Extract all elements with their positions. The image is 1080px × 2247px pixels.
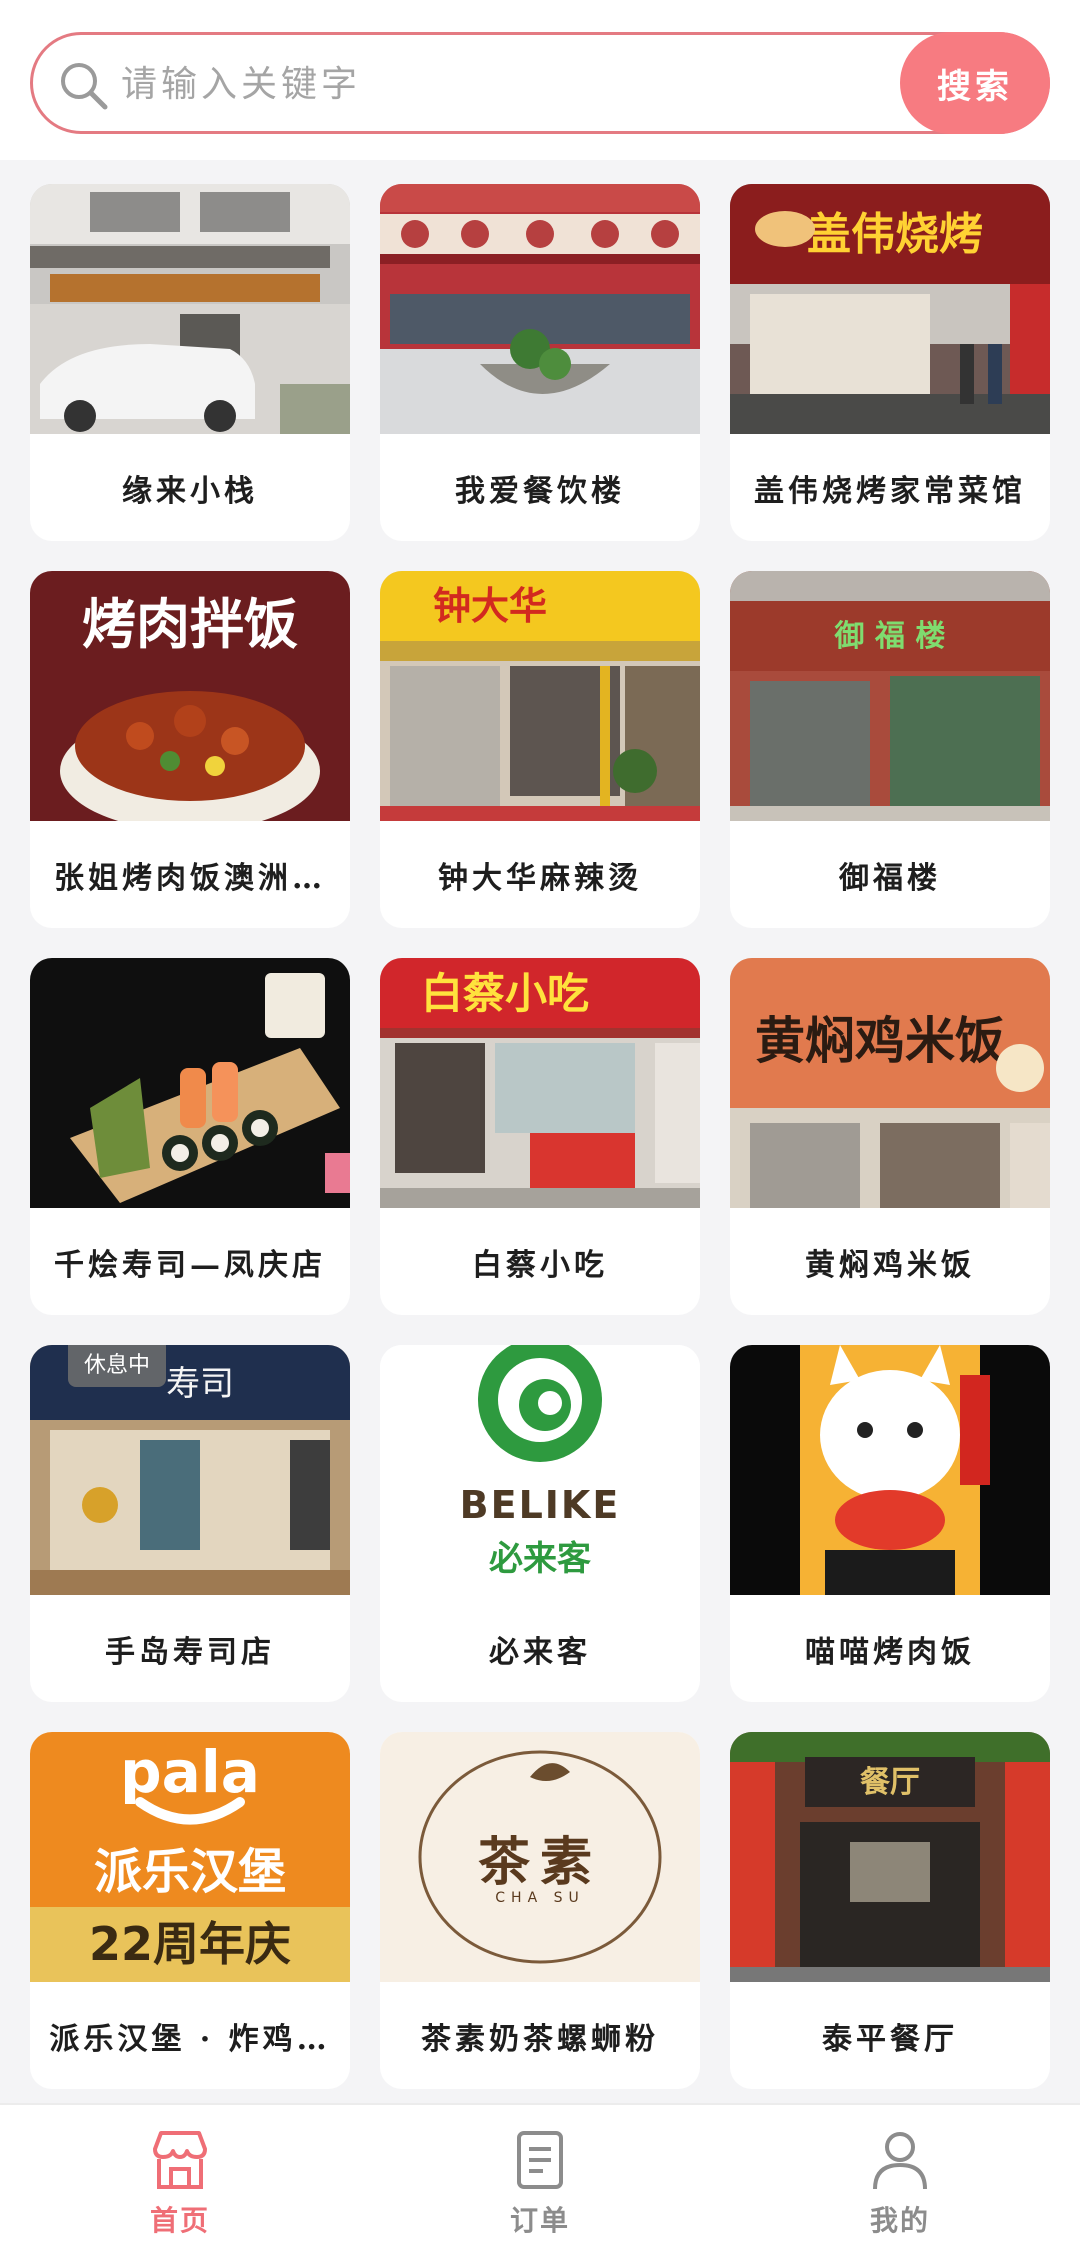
- search-header: 搜索: [0, 0, 1080, 160]
- logo-text: BELIKE: [459, 1483, 621, 1527]
- closed-badge: 休息中: [68, 1345, 167, 1387]
- restaurant-card[interactable]: 缘来小栈: [30, 184, 350, 541]
- storefront-photo: 黄焖鸡米饭: [730, 958, 1050, 1208]
- restaurant-name: 喵喵烤肉饭: [805, 1634, 975, 1670]
- restaurant-card[interactable]: 餐厅 泰平餐厅: [730, 1732, 1050, 2089]
- restaurant-name: 茶素奶茶螺蛳粉: [421, 2021, 659, 2057]
- storefront-photo: 御 福 楼: [730, 571, 1050, 821]
- restaurant-card[interactable]: 盖伟烧烤 盖伟烧烤家常菜馆: [730, 184, 1050, 541]
- restaurant-name: 钟大华麻辣烫: [438, 860, 642, 896]
- restaurant-card[interactable]: 我爱餐饮楼: [380, 184, 700, 541]
- restaurant-name: 我爱餐饮楼: [455, 473, 625, 509]
- restaurant-name: 千烩寿司—凤庆店: [54, 1247, 326, 1283]
- svg-text:御 福 楼: 御 福 楼: [834, 619, 946, 654]
- restaurant-name: 张姐烤肉饭澳洲…: [54, 860, 326, 896]
- svg-text:钟大华: 钟大华: [433, 583, 547, 628]
- tab-label: 订单: [509, 2204, 570, 2237]
- restaurant-name: 盖伟烧烤家常菜馆: [754, 473, 1026, 509]
- search-bar: 搜索: [30, 32, 1050, 134]
- logo-subtext: CHA SU: [495, 1890, 585, 1906]
- storefront-photo: 白蔡小吃: [380, 958, 700, 1208]
- search-button[interactable]: 搜索: [900, 32, 1050, 134]
- store-icon: [153, 2131, 207, 2189]
- restaurant-name: 御福楼: [839, 860, 941, 896]
- user-icon: [873, 2132, 927, 2190]
- restaurant-card[interactable]: 喵喵烤肉饭: [730, 1345, 1050, 1702]
- restaurant-card[interactable]: 千烩寿司—凤庆店: [30, 958, 350, 1315]
- logo-subtext: 必来客: [489, 1539, 591, 1579]
- tab-label: 首页: [149, 2204, 210, 2237]
- logo-text: 茶素: [477, 1832, 602, 1893]
- restaurant-name: 手岛寿司店: [105, 1634, 275, 1670]
- svg-text:烤肉拌饭: 烤肉拌饭: [82, 592, 298, 656]
- storefront-photo: [30, 184, 350, 434]
- restaurant-card[interactable]: BELIKE 必来客 必来客: [380, 1345, 700, 1702]
- restaurant-card[interactable]: 寿司 休息中 手岛寿司店: [30, 1345, 350, 1702]
- restaurant-name: 白蔡小吃: [472, 1247, 608, 1283]
- restaurant-card[interactable]: 茶素 CHA SU 茶素奶茶螺蛳粉: [380, 1732, 700, 2089]
- tab-profile[interactable]: 我的: [720, 2105, 1080, 2247]
- restaurant-grid: 缘来小栈 我爱餐饮楼 盖伟烧烤 盖伟烧烤家常菜馆 烤肉拌饭 张姐烤肉饭澳洲… 钟…: [30, 184, 1050, 2089]
- restaurant-card[interactable]: 黄焖鸡米饭 黄焖鸡米饭: [730, 958, 1050, 1315]
- tab-orders[interactable]: 订单: [360, 2105, 720, 2247]
- restaurant-name: 泰平餐厅: [822, 2021, 958, 2057]
- storefront-photo: 餐厅: [730, 1732, 1050, 1982]
- brand-logo: 茶素 CHA SU: [380, 1732, 700, 1982]
- restaurant-card[interactable]: 烤肉拌饭 张姐烤肉饭澳洲…: [30, 571, 350, 928]
- restaurant-name: 派乐汉堡 · 炸鸡…: [49, 2021, 331, 2057]
- restaurant-card[interactable]: 御 福 楼 御福楼: [730, 571, 1050, 928]
- logo-subtext: 派乐汉堡: [93, 1844, 286, 1900]
- brand-logo: [730, 1345, 1050, 1595]
- food-photo: 烤肉拌饭: [30, 571, 350, 821]
- tab-home[interactable]: 首页: [0, 2105, 360, 2247]
- logo-tagline: 22周年庆: [30, 1907, 350, 1982]
- restaurant-card[interactable]: pala 派乐汉堡 22周年庆 派乐汉堡 · 炸鸡…: [30, 1732, 350, 2089]
- restaurant-name: 黄焖鸡米饭: [805, 1247, 975, 1283]
- svg-text:寿司: 寿司: [166, 1364, 234, 1404]
- app-screen: 搜索 缘来小栈: [0, 0, 1080, 2247]
- restaurant-card[interactable]: 白蔡小吃 白蔡小吃: [380, 958, 700, 1315]
- storefront-photo: [380, 184, 700, 434]
- svg-text:餐厅: 餐厅: [860, 1765, 920, 1800]
- storefront-photo: 寿司 休息中: [30, 1345, 350, 1595]
- svg-text:盖伟烧烤: 盖伟烧烤: [807, 209, 983, 260]
- restaurant-name: 缘来小栈: [122, 473, 258, 509]
- search-input[interactable]: [121, 49, 901, 119]
- storefront-photo: 钟大华: [380, 571, 700, 821]
- restaurant-name: 必来客: [489, 1634, 591, 1670]
- svg-text:黄焖鸡米饭: 黄焖鸡米饭: [755, 1011, 1005, 1070]
- bottom-tab-bar: 首页 订单 我的: [0, 2103, 1080, 2247]
- storefront-photo: 盖伟烧烤: [730, 184, 1050, 434]
- brand-logo: BELIKE 必来客: [380, 1345, 700, 1595]
- restaurant-card[interactable]: 钟大华 钟大华麻辣烫: [380, 571, 700, 928]
- food-photo: [30, 958, 350, 1208]
- svg-text:白蔡小吃: 白蔡小吃: [421, 969, 589, 1018]
- brand-logo: pala 派乐汉堡 22周年庆: [30, 1732, 350, 1982]
- search-icon: [61, 63, 108, 110]
- tab-label: 我的: [869, 2204, 930, 2237]
- order-list-icon: [517, 2131, 563, 2189]
